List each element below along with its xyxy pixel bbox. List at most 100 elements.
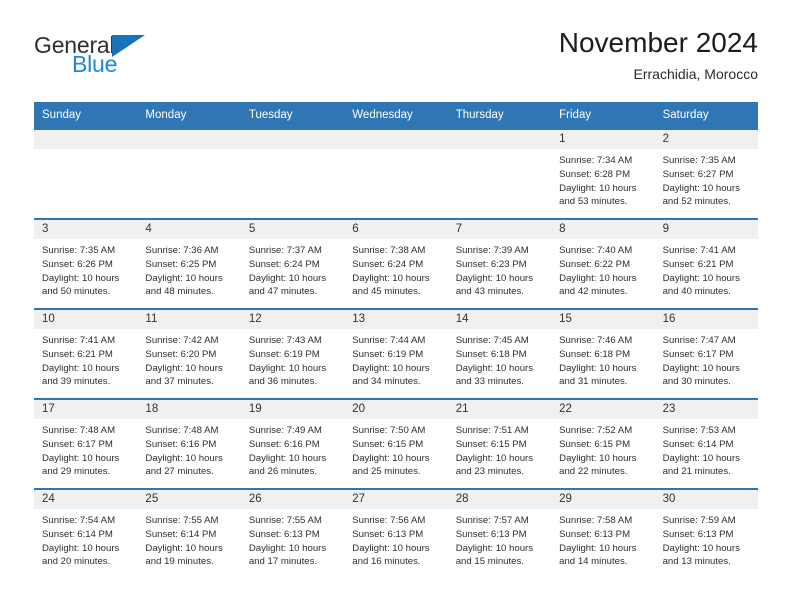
daylight-text-line1: Daylight: 10 hours [248,272,327,284]
day-details: Sunrise: 7:54 AM Sunset: 6:14 PM Daylight:… [34,509,137,568]
day-cell[interactable]: 9 Sunrise: 7:41 AM Sunset: 6:21 PM Daylight… [654,220,758,309]
day-number: 26 [240,490,345,510]
daylight-text-line1: Daylight: 10 hours [248,452,327,464]
day-details: Sunrise: 7:45 AM Sunset: 6:18 PM Daylight:… [448,329,551,388]
daylight-text-line1: Daylight: 10 hours [662,452,740,464]
day-cell[interactable]: 22 Sunrise: 7:52 AM Sunset: 6:15 PM Dayligh… [551,400,655,489]
logo-text-general: General [34,32,146,58]
day-details: Sunrise: 7:38 AM Sunset: 6:24 PM Daylight:… [344,239,447,298]
sunrise-text: Sunrise: 7:46 AM [559,335,633,347]
day-cell[interactable]: 17 Sunrise: 7:48 AM Sunset: 6:17 PM Dayligh… [34,400,138,489]
sunrise-text: Sunrise: 7:58 AM [559,515,633,527]
day-cell[interactable]: 7 Sunrise: 7:39 AM Sunset: 6:23 PM Daylight… [447,220,552,309]
general-blue-logo[interactable]: General Blue [34,28,146,76]
day-number [137,130,241,150]
day-number: 5 [240,220,345,240]
day-cell[interactable]: 4 Sunrise: 7:36 AM Sunset: 6:25 PM Daylight… [137,220,241,309]
day-cell[interactable]: 30 Sunrise: 7:59 AM Sunset: 6:13 PM Dayligh… [654,490,758,579]
day-number: 18 [137,400,241,420]
daylight-text-line2: and 31 minutes. [559,376,628,388]
daylight-text-line1: Daylight: 10 hours [662,542,740,554]
day-number: 24 [34,490,138,510]
day-cell[interactable]: 28 Sunrise: 7:57 AM Sunset: 6:13 PM Dayligh… [447,490,552,579]
sunset-text: Sunset: 6:13 PM [248,528,320,540]
day-cell[interactable]: 18 Sunrise: 7:48 AM Sunset: 6:16 PM Dayligh… [137,400,241,489]
day-cell[interactable]: 1 Sunrise: 7:34 AM Sunset: 6:28 PM Daylight… [551,130,655,219]
sunset-text: Sunset: 6:25 PM [145,258,217,270]
day-cell[interactable]: 29 Sunrise: 7:58 AM Sunset: 6:13 PM Dayligh… [551,490,655,579]
day-cell[interactable]: 15 Sunrise: 7:46 AM Sunset: 6:18 PM Dayligh… [551,310,655,399]
sunset-text: Sunset: 6:21 PM [662,258,734,270]
day-number: 27 [344,490,448,510]
day-cell[interactable]: 13 Sunrise: 7:44 AM Sunset: 6:19 PM Dayligh… [344,310,448,399]
day-cell[interactable]: 3 Sunrise: 7:35 AM Sunset: 6:26 PM Daylight… [34,220,138,309]
day-cell[interactable]: 14 Sunrise: 7:45 AM Sunset: 6:18 PM Dayligh… [447,310,552,399]
daylight-text-line1: Daylight: 10 hours [559,272,637,284]
daylight-text-line1: Daylight: 10 hours [352,362,430,374]
sunrise-text: Sunrise: 7:43 AM [248,335,322,347]
daylight-text-line2: and 29 minutes. [42,466,111,478]
day-number: 29 [551,490,655,510]
logo-word-general: General [34,32,115,58]
daylight-text-line2: and 52 minutes. [662,196,731,208]
sunrise-text: Sunrise: 7:49 AM [248,425,322,437]
day-details: Sunrise: 7:55 AM Sunset: 6:14 PM Daylight:… [137,509,240,568]
sunset-text: Sunset: 6:15 PM [559,438,631,450]
day-cell[interactable]: 16 Sunrise: 7:47 AM Sunset: 6:17 PM Dayligh… [654,310,758,399]
sunrise-text: Sunrise: 7:35 AM [662,155,736,167]
day-cell[interactable]: 5 Sunrise: 7:37 AM Sunset: 6:24 PM Daylight… [240,220,345,309]
day-cell[interactable]: 10 Sunrise: 7:41 AM Sunset: 6:21 PM Dayligh… [34,310,138,399]
sunrise-text: Sunrise: 7:35 AM [42,245,116,257]
day-cell[interactable]: 19 Sunrise: 7:49 AM Sunset: 6:16 PM Dayligh… [240,400,345,489]
day-number: 14 [447,310,552,330]
sunset-text: Sunset: 6:27 PM [662,168,734,180]
daylight-text-line1: Daylight: 10 hours [42,542,120,554]
calendar-week-row: 1 Sunrise: 7:34 AM Sunset: 6:28 PM Daylight… [34,128,758,219]
sunset-text: Sunset: 6:14 PM [662,438,734,450]
day-cell[interactable]: 20 Sunrise: 7:50 AM Sunset: 6:15 PM Dayligh… [344,400,448,489]
daylight-text-line2: and 21 minutes. [662,466,731,478]
day-number: 19 [240,400,345,420]
sunrise-text: Sunrise: 7:48 AM [145,425,219,437]
sunrise-text: Sunrise: 7:36 AM [145,245,219,257]
sunrise-text: Sunrise: 7:48 AM [42,425,116,437]
sunset-text: Sunset: 6:13 PM [559,528,631,540]
weekday-header-wednesday: Wednesday [352,109,413,121]
day-cell[interactable]: 6 Sunrise: 7:38 AM Sunset: 6:24 PM Daylight… [344,220,448,309]
day-cell[interactable]: 27 Sunrise: 7:56 AM Sunset: 6:13 PM Dayligh… [344,490,448,579]
day-details: Sunrise: 7:49 AM Sunset: 6:16 PM Daylight:… [241,419,344,478]
day-number: 7 [447,220,552,240]
daylight-text-line1: Daylight: 10 hours [559,362,637,374]
sunset-text: Sunset: 6:13 PM [455,528,527,540]
day-cell[interactable]: 21 Sunrise: 7:51 AM Sunset: 6:15 PM Dayligh… [447,400,552,489]
day-details: Sunrise: 7:48 AM Sunset: 6:16 PM Daylight:… [137,419,240,478]
day-cell[interactable]: 12 Sunrise: 7:43 AM Sunset: 6:19 PM Dayligh… [240,310,345,399]
day-details: Sunrise: 7:56 AM Sunset: 6:13 PM Daylight:… [344,509,447,568]
daylight-text-line2: and 16 minutes. [352,556,421,568]
day-cell[interactable]: 24 Sunrise: 7:54 AM Sunset: 6:14 PM Dayligh… [34,490,138,579]
sunrise-text: Sunrise: 7:53 AM [662,425,736,437]
daylight-text-line2: and 43 minutes. [455,286,524,298]
day-cell[interactable]: 8 Sunrise: 7:40 AM Sunset: 6:22 PM Daylight… [551,220,655,309]
daylight-text-line1: Daylight: 10 hours [352,272,430,284]
day-cell[interactable]: 25 Sunrise: 7:55 AM Sunset: 6:14 PM Dayligh… [137,490,241,579]
sunrise-text: Sunrise: 7:38 AM [352,245,426,257]
brand-triangle-icon [112,35,146,57]
day-number: 22 [551,400,655,420]
daylight-text-line1: Daylight: 10 hours [352,452,430,464]
day-number: 15 [551,310,655,330]
day-cell[interactable]: 23 Sunrise: 7:53 AM Sunset: 6:14 PM Dayligh… [654,400,758,489]
day-number: 6 [344,220,448,240]
daylight-text-line1: Daylight: 10 hours [455,272,534,284]
sunset-text: Sunset: 6:16 PM [145,438,217,450]
day-cell[interactable]: 11 Sunrise: 7:42 AM Sunset: 6:20 PM Dayligh… [137,310,241,399]
day-details: Sunrise: 7:41 AM Sunset: 6:21 PM Daylight:… [655,239,758,298]
daylight-text-line1: Daylight: 10 hours [42,272,120,284]
calendar-grid: Sunday Monday Tuesday Wednesday Thursday Frid… [34,102,758,579]
day-cell[interactable]: 26 Sunrise: 7:55 AM Sunset: 6:13 PM Dayligh… [240,490,345,579]
sunrise-text: Sunrise: 7:44 AM [352,335,426,347]
sunset-text: Sunset: 6:20 PM [145,348,217,360]
sunrise-text: Sunrise: 7:59 AM [662,515,736,527]
day-cell[interactable]: 2 Sunrise: 7:35 AM Sunset: 6:27 PM Daylight… [654,130,758,219]
daylight-text-line1: Daylight: 10 hours [662,272,740,284]
